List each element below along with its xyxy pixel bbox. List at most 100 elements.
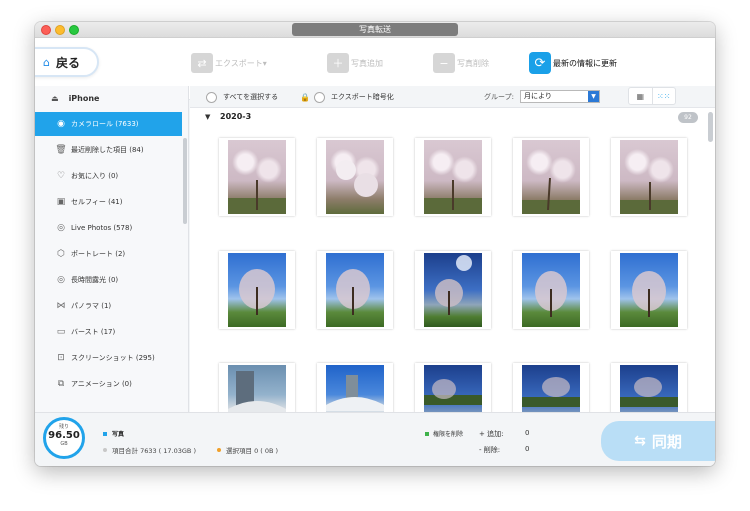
selected-marker-icon: [217, 448, 221, 452]
sidebar-item-portrait[interactable]: ⬡ ポートレート (2): [35, 242, 182, 266]
sidebar-item-label: Live Photos (578): [71, 224, 133, 232]
photo-image: [620, 140, 678, 214]
sidebar-item-label: お気に入り (0): [71, 172, 119, 180]
small-grid-icon: ⁙⁙: [657, 91, 671, 101]
group-header[interactable]: ▼ 2020-3 92: [190, 108, 715, 126]
sidebar-item-burst[interactable]: ▭ バースト (17): [35, 320, 182, 344]
lock-icon: 🔒: [300, 92, 310, 102]
export-icon: ⇄: [191, 53, 213, 73]
remove-count-label: - 削除:: [479, 446, 501, 454]
main-panel: すべてを選択する 🔒 エクスポート暗号化 グループ: 月により ▼ ▦ ⁙⁙ ▼…: [190, 86, 715, 412]
photo-image: [522, 177, 580, 214]
sync-button-label: 同期: [651, 432, 682, 451]
photo-thumbnail[interactable]: [513, 363, 589, 412]
remove-permission-legend: 権限を削除: [425, 429, 463, 438]
minimize-window-button[interactable]: [55, 25, 65, 35]
photo-thumbnail[interactable]: [317, 138, 393, 216]
photo-thumbnail[interactable]: [611, 138, 687, 216]
photo-image: [326, 375, 384, 411]
grid-icon: ▦: [636, 91, 645, 101]
photo-image: [435, 255, 472, 315]
sidebar-item-label: バースト (17): [71, 328, 116, 336]
filter-bar: すべてを選択する 🔒 エクスポート暗号化 グループ: 月により ▼ ▦ ⁙⁙: [190, 86, 715, 108]
gallery-scrollbar[interactable]: [708, 112, 713, 142]
add-photo-button[interactable]: ＋ 写真追加: [327, 51, 383, 75]
photo-thumbnail[interactable]: [415, 138, 491, 216]
photo-image: [424, 253, 482, 327]
large-grid-view-button[interactable]: ▦: [629, 88, 653, 104]
sidebar-item-screenshot[interactable]: ⊡ スクリーンショット (295): [35, 346, 182, 370]
sidebar-item-label: 最近削除した項目 (84): [71, 146, 144, 154]
group-select[interactable]: 月により ▼: [520, 90, 600, 103]
delete-photo-button[interactable]: − 写真削除: [433, 51, 489, 75]
photo-image: [228, 140, 286, 214]
device-name: iPhone: [68, 93, 100, 103]
storage-unit: GB: [60, 441, 68, 447]
sidebar-item-camera-roll[interactable]: ◉ カメラロール (7633): [35, 112, 182, 136]
photo-thumbnail[interactable]: [611, 251, 687, 329]
storage-value: 96.50: [48, 430, 80, 441]
storage-label: 残り: [58, 424, 69, 430]
sidebar-item-animation[interactable]: ⧉ アニメーション (0): [35, 372, 182, 396]
panorama-icon: ⋈: [56, 301, 66, 311]
photo-image: [522, 377, 580, 407]
photo-image: [632, 271, 666, 317]
photo-image: [522, 365, 580, 412]
long-exposure-icon: ◎: [57, 275, 65, 285]
refresh-icon: ⟳: [529, 52, 551, 74]
photo-image: [336, 160, 378, 197]
photo-thumbnail[interactable]: [513, 138, 589, 216]
sidebar-scrollbar[interactable]: [183, 138, 187, 224]
maximize-window-button[interactable]: [69, 25, 79, 35]
sidebar-item-long-exposure[interactable]: ◎ 長時間露光 (0): [35, 268, 182, 292]
photo-image: [228, 371, 286, 412]
sidebar-item-panorama[interactable]: ⋈ パノラマ (1): [35, 294, 182, 318]
group-select-value: 月により: [524, 92, 552, 100]
device-header[interactable]: ⏏ iPhone: [35, 86, 189, 110]
photo-image: [620, 377, 678, 407]
photo-image: [535, 271, 567, 317]
permission-marker-icon: [425, 431, 429, 436]
close-window-button[interactable]: [41, 25, 51, 35]
animation-icon: ⧉: [57, 379, 65, 389]
trash-icon: 🗑: [55, 145, 67, 155]
window-title: 写真転送: [292, 23, 458, 36]
refresh-button[interactable]: ⟳ 最新の情報に更新: [529, 51, 617, 75]
small-grid-view-button[interactable]: ⁙⁙: [653, 88, 676, 104]
photo-thumbnail[interactable]: [415, 251, 491, 329]
photo-thumbnail[interactable]: [513, 251, 589, 329]
sync-button[interactable]: ⇆ 同期: [601, 421, 715, 461]
delete-photo-label: 写真削除: [457, 58, 489, 68]
remove-count-value: 0: [525, 445, 530, 453]
photo-thumbnail[interactable]: [611, 363, 687, 412]
photo-image: [424, 140, 482, 214]
sidebar-item-live-photos[interactable]: ◎ Live Photos (578): [35, 216, 182, 240]
photo-thumbnail[interactable]: [219, 251, 295, 329]
sidebar-item-recently-deleted[interactable]: 🗑 最近削除した項目 (84): [35, 138, 182, 162]
photo-image: [326, 253, 384, 327]
group-title: 2020-3: [220, 112, 252, 121]
camera-icon: ◉: [57, 119, 65, 129]
photo-image: [620, 365, 678, 412]
sidebar-item-selfie[interactable]: ▣ セルフィー (41): [35, 190, 182, 214]
sidebar-item-favorites[interactable]: ♡ お気に入り (0): [35, 164, 182, 188]
photo-image: [522, 140, 580, 214]
content-kind: 写真: [103, 429, 124, 438]
photo-image: [228, 365, 286, 412]
select-all-checkbox[interactable]: すべてを選択する: [206, 91, 278, 103]
heart-icon: ♡: [56, 171, 66, 181]
photo-thumbnail[interactable]: [219, 363, 295, 412]
photo-thumbnail[interactable]: [317, 251, 393, 329]
kind-marker-icon: [103, 431, 107, 436]
export-encrypt-checkbox[interactable]: 🔒 エクスポート暗号化: [300, 91, 394, 103]
photo-image: [228, 253, 286, 327]
back-button[interactable]: ⌂ 戻る: [35, 47, 99, 77]
photo-thumbnail[interactable]: [415, 363, 491, 412]
photo-image: [326, 140, 384, 214]
select-all-label: すべてを選択する: [223, 93, 279, 101]
photo-thumbnail[interactable]: [219, 138, 295, 216]
back-button-label: 戻る: [55, 55, 80, 70]
collapse-triangle-icon[interactable]: ▼: [205, 113, 210, 121]
photo-thumbnail[interactable]: [317, 363, 393, 412]
export-button[interactable]: ⇄ エクスポート▾: [191, 51, 267, 75]
